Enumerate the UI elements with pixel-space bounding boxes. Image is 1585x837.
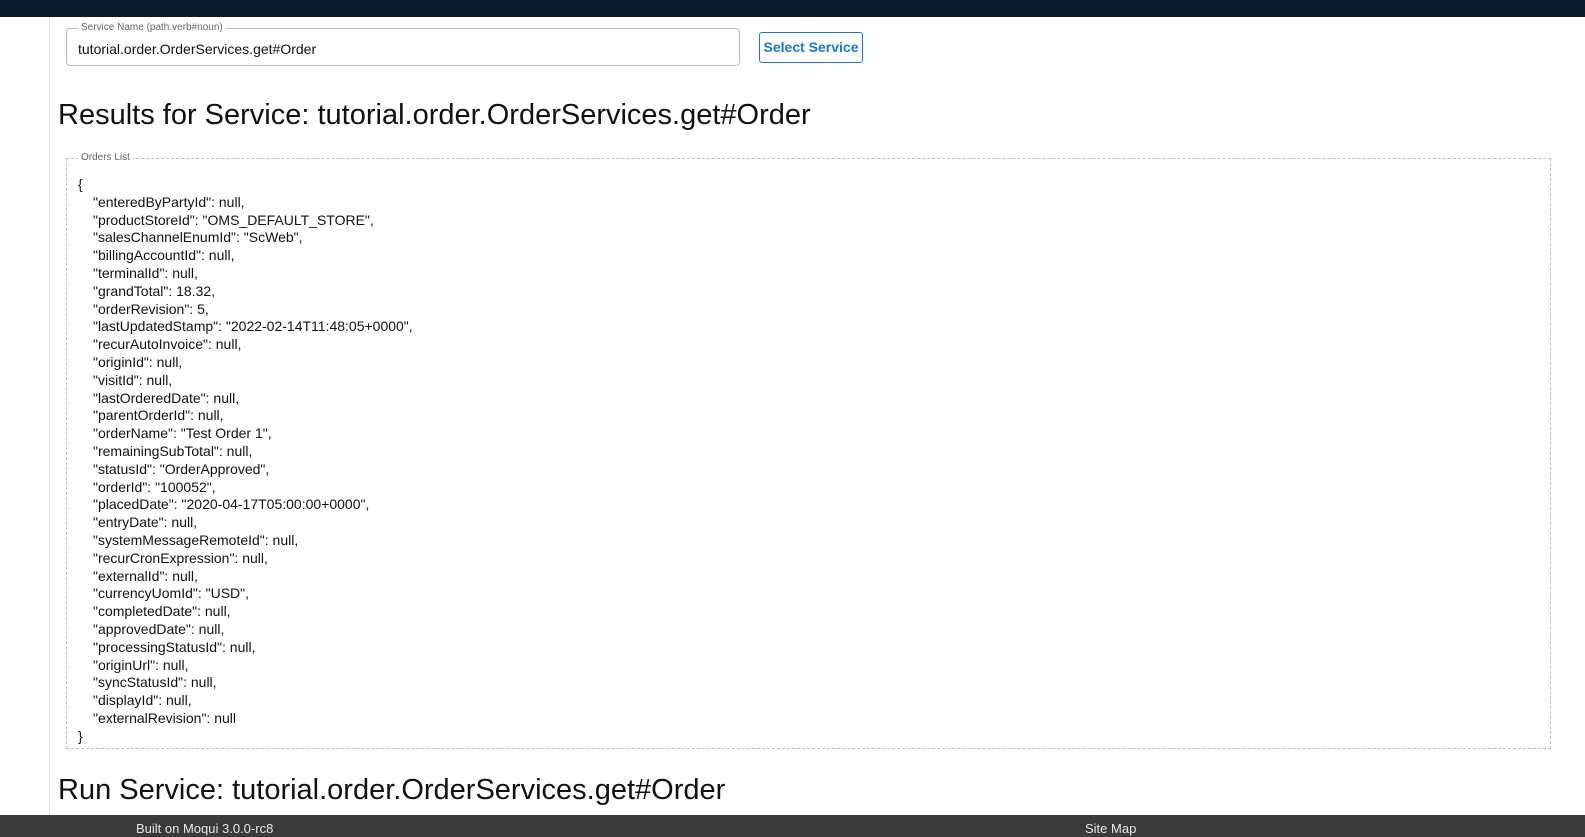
- json-line: "visitId": null,: [93, 371, 173, 388]
- json-line: "processingStatusId": null,: [93, 638, 256, 655]
- json-line: "terminalId": null,: [93, 264, 198, 281]
- json-line: "currencyUomId": "USD",: [93, 585, 250, 602]
- json-line: "remainingSubTotal": null,: [93, 442, 253, 459]
- run-service-heading: Run Service: tutorial.order.OrderService…: [58, 774, 726, 806]
- orders-list-panel: Orders List { "enteredByPartyId": null, …: [66, 152, 1551, 749]
- json-line: "grandTotal": 18.32,: [93, 282, 216, 299]
- json-line: "recurCronExpression": null,: [93, 549, 268, 566]
- orders-json: { "enteredByPartyId": null, "productStor…: [78, 176, 413, 746]
- json-line: "systemMessageRemoteId": null,: [93, 531, 299, 548]
- json-line: "recurAutoInvoice": null,: [93, 336, 242, 353]
- service-name-input[interactable]: tutorial.order.OrderServices.get#Order: [78, 41, 316, 57]
- json-line: "entryDate": null,: [93, 514, 198, 531]
- json-line: "externalRevision": null: [93, 709, 237, 726]
- json-line: "productStoreId": "OMS_DEFAULT_STORE",: [93, 211, 374, 228]
- footer-site-map-link[interactable]: Site Map: [1085, 821, 1136, 837]
- json-line: "lastUpdatedStamp": "2022-02-14T11:48:05…: [93, 318, 413, 335]
- footer-bar: Built on Moqui 3.0.0-rc8 Site Map: [0, 815, 1585, 837]
- json-line: "originUrl": null,: [93, 656, 189, 673]
- json-line: "syncStatusId": null,: [93, 674, 217, 691]
- left-divider: [49, 17, 50, 815]
- json-line: "parentOrderId": null,: [93, 407, 224, 424]
- json-line: "displayId": null,: [93, 692, 192, 709]
- json-line: "originId": null,: [93, 353, 183, 370]
- json-line: "orderId": "100052",: [93, 478, 216, 495]
- json-line: "enteredByPartyId": null,: [93, 193, 245, 210]
- service-name-label: Service Name (path.verb#noun): [78, 22, 226, 34]
- select-service-button[interactable]: Select Service: [759, 32, 863, 63]
- json-line: "orderName": "Test Order 1",: [93, 425, 272, 442]
- orders-list-legend: Orders List: [78, 152, 133, 164]
- json-line: "lastOrderedDate": null,: [93, 389, 240, 406]
- footer-built-on: Built on Moqui 3.0.0-rc8: [136, 821, 274, 836]
- json-line: "orderRevision": 5,: [93, 300, 209, 317]
- json-line: "approvedDate": null,: [93, 620, 225, 637]
- json-line: "placedDate": "2020-04-17T05:00:00+0000"…: [93, 496, 370, 513]
- json-line: "billingAccountId": null,: [93, 247, 235, 264]
- results-heading: Results for Service: tutorial.order.Orde…: [58, 99, 811, 131]
- json-line: "salesChannelEnumId": "ScWeb",: [93, 229, 303, 246]
- json-close-brace: }: [78, 727, 83, 744]
- json-line: "statusId": "OrderApproved",: [93, 460, 270, 477]
- json-line: "externalId": null,: [93, 567, 198, 584]
- json-open-brace: {: [78, 176, 83, 192]
- top-nav-bar: [0, 0, 1585, 17]
- service-name-field[interactable]: Service Name (path.verb#noun) tutorial.o…: [66, 22, 740, 66]
- json-line: "completedDate": null,: [93, 603, 231, 620]
